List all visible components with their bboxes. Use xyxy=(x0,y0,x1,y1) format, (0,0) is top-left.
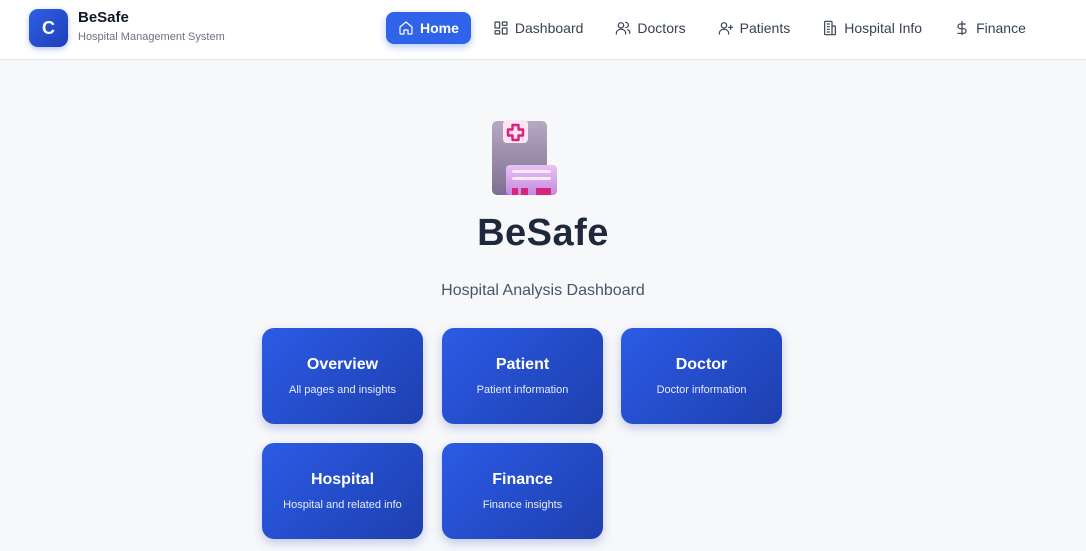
brand[interactable]: C BeSafe Hospital Management System xyxy=(29,9,225,47)
card-finance[interactable]: Finance Finance insights xyxy=(442,443,603,539)
page-title: BeSafe xyxy=(477,212,609,254)
nav-patients[interactable]: Patients xyxy=(708,12,801,44)
card-description: All pages and insights xyxy=(288,384,396,396)
nav-home[interactable]: Home xyxy=(386,12,471,44)
card-description: Doctor information xyxy=(656,384,747,396)
card-description: Finance insights xyxy=(482,499,563,511)
hospital-building-icon xyxy=(491,120,559,195)
nav-doctors-label: Doctors xyxy=(637,20,686,36)
user-plus-icon xyxy=(718,22,733,35)
dollar-icon xyxy=(957,20,967,36)
top-navbar: C BeSafe Hospital Management System Home… xyxy=(0,0,1086,60)
nav-patients-label: Patients xyxy=(739,20,791,36)
home-icon xyxy=(399,21,413,35)
users-icon xyxy=(616,21,631,35)
card-description: Hospital and related info xyxy=(283,499,402,511)
nav-doctors[interactable]: Doctors xyxy=(605,12,695,44)
card-overview[interactable]: Overview All pages and insights xyxy=(262,328,423,424)
nav-hospital-info[interactable]: Hospital Info xyxy=(812,12,932,44)
nav-home-label: Home xyxy=(420,20,459,36)
nav-hospital-info-label: Hospital Info xyxy=(844,20,923,36)
nav-dashboard[interactable]: Dashboard xyxy=(483,12,594,44)
brand-text: BeSafe Hospital Management System xyxy=(78,9,225,44)
main-nav: Home Dashboard Doctors Patients Hospital… xyxy=(386,12,1048,44)
nav-finance-label: Finance xyxy=(976,20,1026,36)
card-title: Doctor xyxy=(675,356,728,373)
card-description: Patient information xyxy=(476,384,569,396)
grid-icon xyxy=(494,21,508,35)
page-subtitle: Hospital Analysis Dashboard xyxy=(441,282,645,299)
nav-dashboard-label: Dashboard xyxy=(514,20,584,36)
card-patient[interactable]: Patient Patient information xyxy=(442,328,603,424)
card-doctor[interactable]: Doctor Doctor information xyxy=(621,328,782,424)
building-icon xyxy=(824,20,837,36)
card-title: Patient xyxy=(495,356,550,373)
card-title: Overview xyxy=(306,356,379,373)
brand-name: BeSafe xyxy=(78,9,129,26)
card-title: Finance xyxy=(492,471,553,488)
card-title: Hospital xyxy=(310,471,375,488)
brand-logo: C xyxy=(29,9,68,47)
nav-finance[interactable]: Finance xyxy=(944,12,1036,44)
brand-subtitle: Hospital Management System xyxy=(78,31,225,43)
card-hospital[interactable]: Hospital Hospital and related info xyxy=(262,443,423,539)
